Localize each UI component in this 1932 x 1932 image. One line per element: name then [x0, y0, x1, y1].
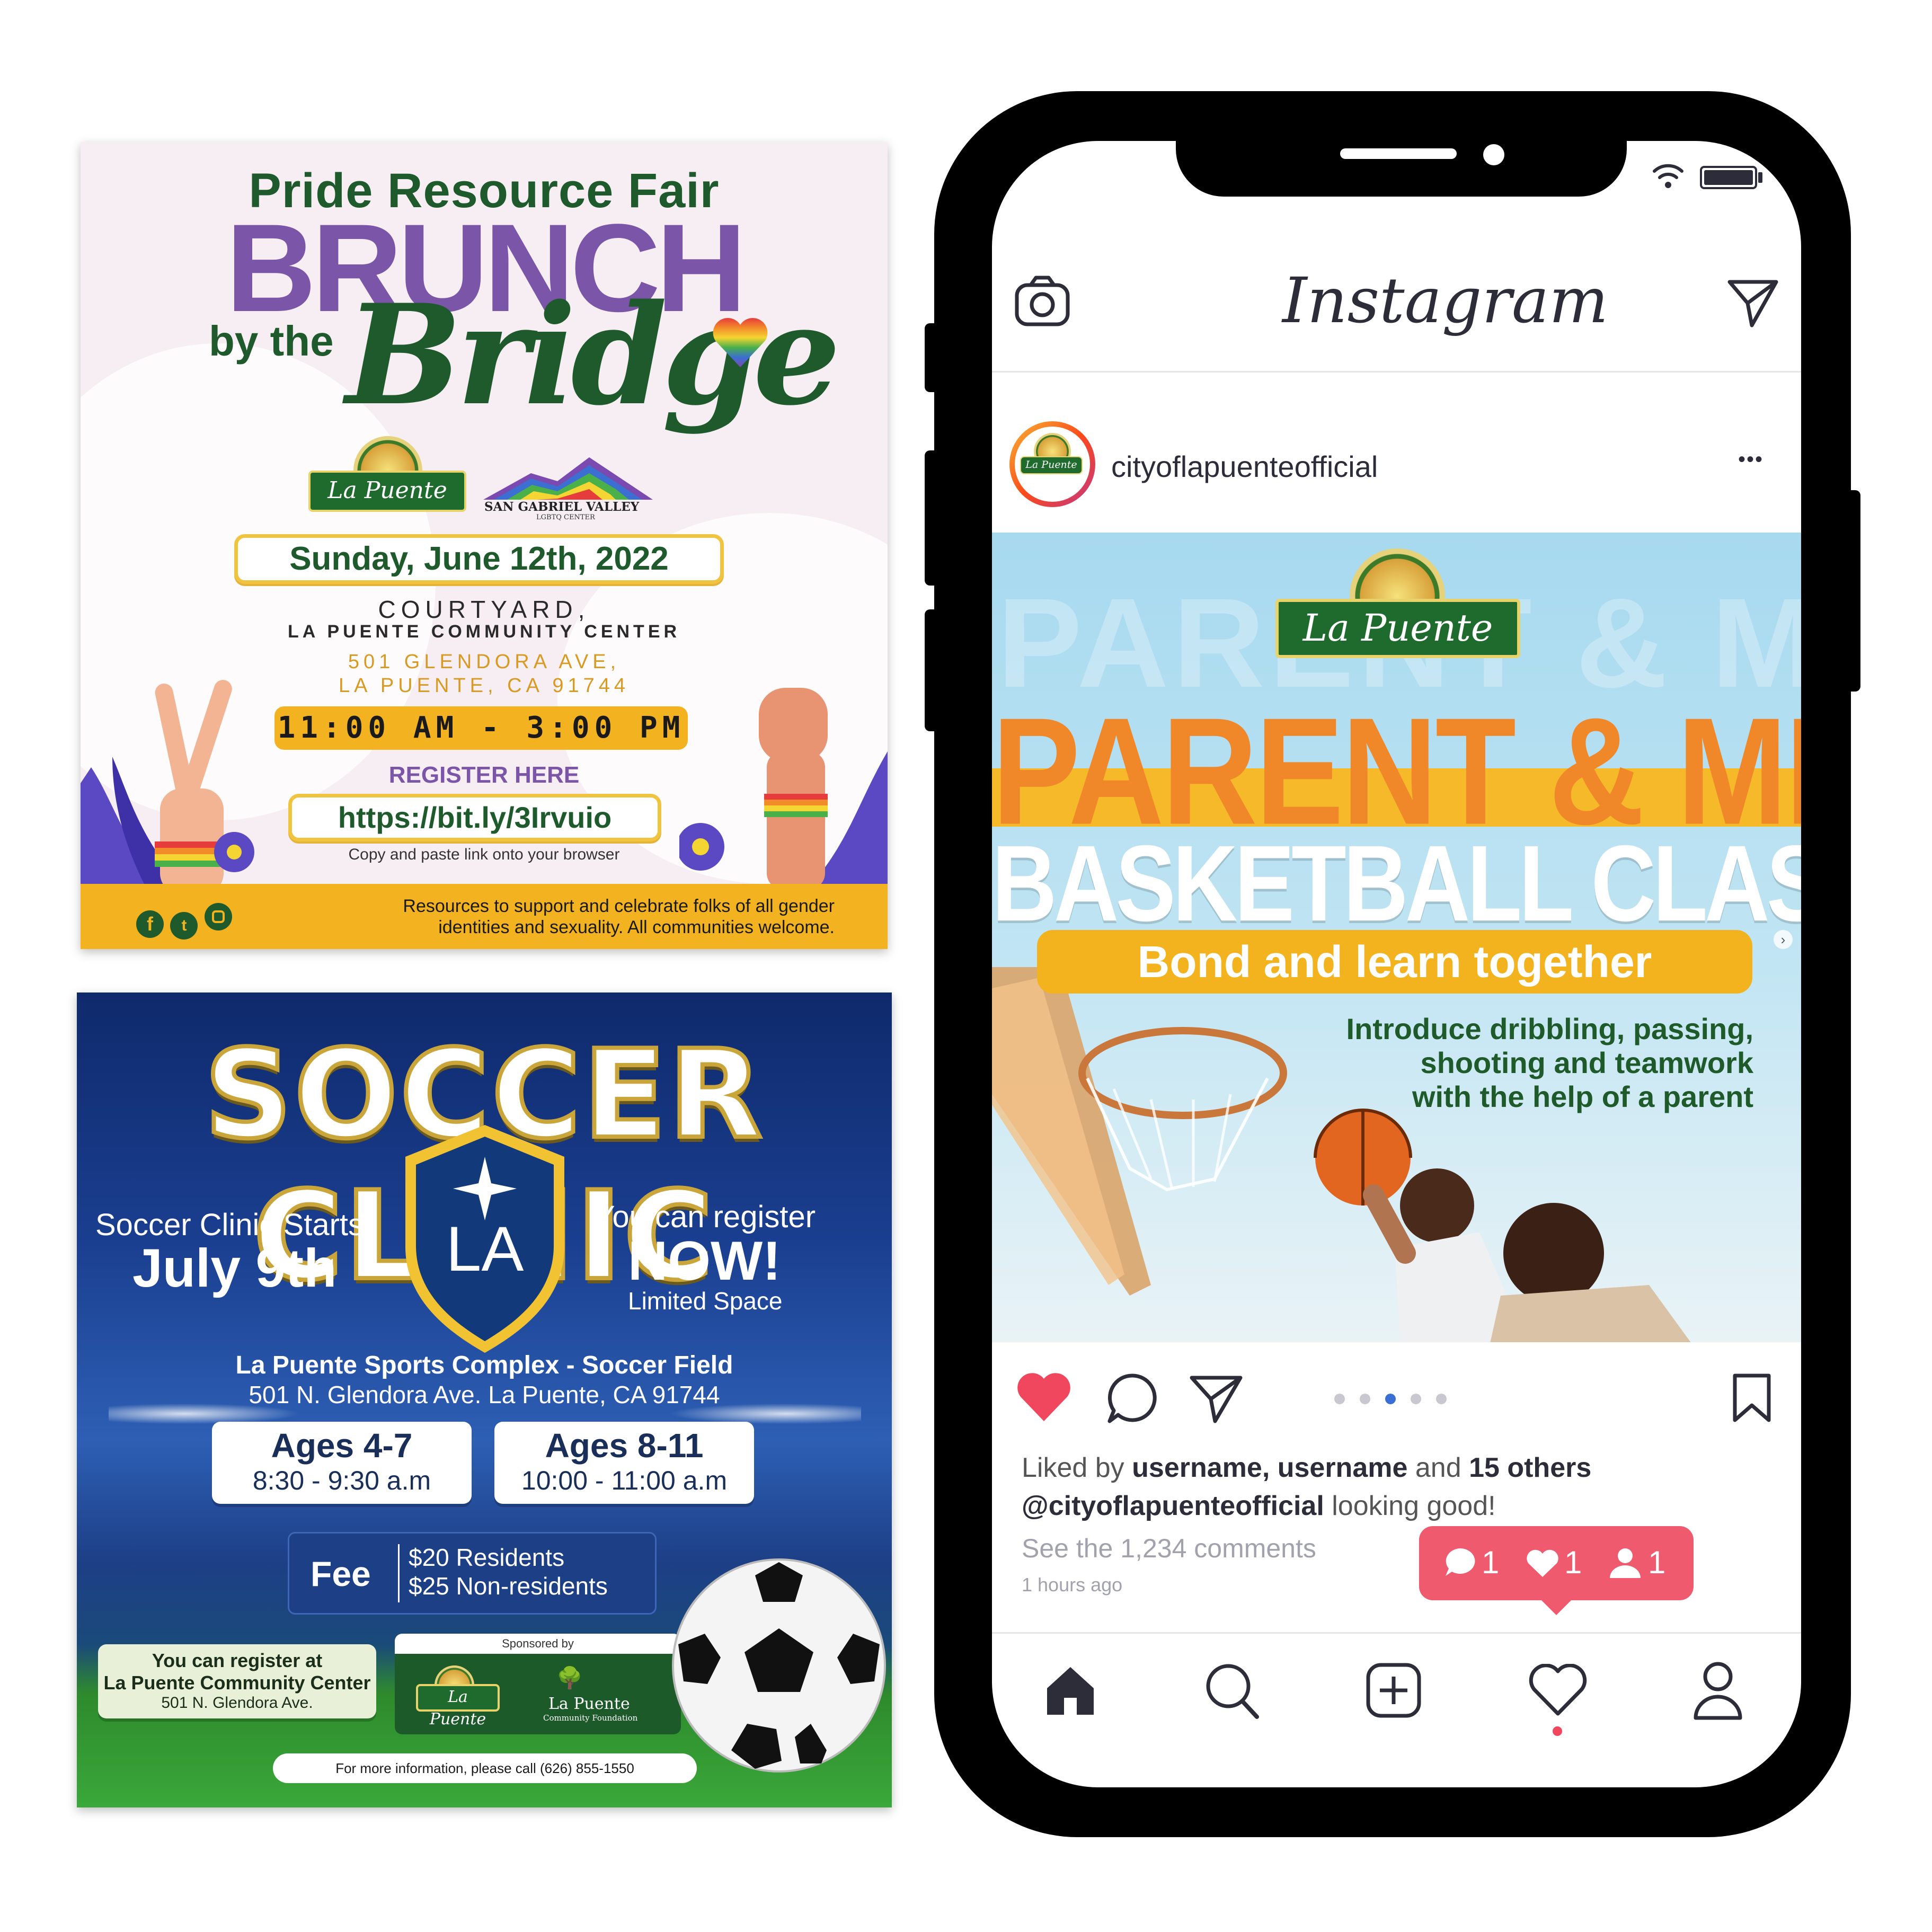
activity-notification-bubble[interactable]: 1 1 1 — [1419, 1526, 1694, 1600]
social-icons: f t — [136, 903, 232, 940]
venue-line-2: LA PUENTE COMMUNITY CENTER — [287, 622, 681, 642]
account-avatar[interactable]: La Puente — [1009, 421, 1095, 507]
la-puente-logo: La Puente — [308, 436, 467, 524]
la-galaxy-crest: LA GALAXY — [389, 1125, 580, 1353]
pride-footer: f t Resources to support and celebrate f… — [81, 884, 888, 949]
twitter-icon[interactable]: t — [170, 912, 198, 940]
liked-by-users[interactable]: username, username — [1132, 1452, 1407, 1483]
caption-username[interactable]: @cityoflapuenteofficial — [1022, 1491, 1324, 1521]
camera-icon[interactable] — [1015, 274, 1070, 326]
phone-notch — [1176, 141, 1627, 197]
facebook-icon[interactable]: f — [136, 910, 164, 938]
likes-line: Liked by username, username and 15 other… — [1022, 1452, 1592, 1483]
like-heart-icon[interactable] — [1016, 1372, 1071, 1422]
basketball-hoop-illustration — [992, 967, 1287, 1296]
profile-icon[interactable] — [1692, 1661, 1743, 1720]
header-divider — [992, 371, 1801, 373]
phone-mute-switch — [925, 323, 940, 392]
bottom-nav-divider — [992, 1632, 1801, 1634]
sponsor-box: Sponsored by La Puente 🌳 La Puente Commu… — [395, 1634, 681, 1734]
clinic-start-date: July 9th — [132, 1238, 337, 1298]
activity-indicator-dot — [1553, 1726, 1562, 1736]
account-username[interactable]: cityoflapuenteofficial — [1111, 449, 1378, 484]
notif-like-icon — [1527, 1549, 1558, 1577]
liked-by-others[interactable]: 15 others — [1469, 1452, 1591, 1483]
soccer-clinic-flyer: SOCCER CLINIC Soccer Clinic Starts July … — [77, 992, 892, 1807]
post-tagline-banner: Bond and learn together — [1037, 930, 1752, 994]
event-time: 11:00 AM - 3:00 PM — [274, 706, 688, 750]
battery-tip — [1758, 172, 1762, 183]
carousel-dots — [1334, 1394, 1447, 1404]
carousel-dot — [1436, 1394, 1447, 1404]
info-phone[interactable]: For more information, please call (626) … — [273, 1753, 697, 1783]
battery-icon — [1700, 166, 1757, 189]
notif-follow-icon — [1610, 1548, 1641, 1578]
notif-follow-count: 1 — [1648, 1545, 1666, 1580]
notif-comment-icon — [1446, 1548, 1475, 1576]
soccer-ball-illustration — [672, 1558, 886, 1773]
notif-like-count: 1 — [1564, 1545, 1582, 1580]
front-camera — [1483, 144, 1504, 165]
register-now-line-2: NOW! — [628, 1230, 781, 1292]
comment-icon[interactable] — [1106, 1371, 1159, 1424]
carousel-dot — [1360, 1394, 1370, 1404]
fee-box: Fee $20 Residents $25 Non-residents — [288, 1532, 657, 1615]
register-now-line-3: Limited Space — [628, 1287, 783, 1315]
post-description: Introduce dribbling, passing, shooting a… — [1346, 1012, 1753, 1113]
age-group-8-11: Ages 8-11 10:00 - 11:00 a.m — [494, 1422, 754, 1504]
search-icon[interactable] — [1204, 1662, 1259, 1719]
home-icon[interactable] — [1044, 1664, 1097, 1717]
phone-volume-up — [925, 450, 940, 586]
post-image[interactable]: PARENT & ME La Puente PARENT & ME BASKET… — [992, 533, 1801, 1342]
direct-message-icon[interactable] — [1726, 276, 1779, 329]
post-headline-2: BASKETBALL CLASS — [992, 823, 1801, 944]
sgv-lgbtq-center-logo: SAN GABRIEL VALLEY LGBTQ CENTER — [478, 457, 658, 526]
speaker-grille — [1340, 148, 1457, 159]
carousel-dot — [1385, 1394, 1396, 1404]
view-comments-link[interactable]: See the 1,234 comments — [1022, 1533, 1316, 1564]
age-group-4-7: Ages 4-7 8:30 - 9:30 a.m — [212, 1422, 472, 1504]
register-link[interactable]: https://bit.ly/3Irvuio — [288, 794, 661, 841]
more-options-icon[interactable]: ••• — [1738, 448, 1763, 472]
post-la-puente-logo: La Puente — [1275, 548, 1520, 665]
phone-power-button — [1846, 490, 1860, 692]
instagram-wordmark: Instagram — [1282, 264, 1609, 337]
pride-brunch-flyer: Pride Resource Fair BRUNCH by the Bridge… — [81, 142, 888, 949]
fist-hand-illustration — [679, 688, 888, 884]
instagram-icon[interactable] — [204, 903, 232, 930]
clinic-venue: La Puente Sports Complex - Soccer Field — [235, 1351, 733, 1379]
notification-pointer — [1540, 1599, 1572, 1615]
peace-hand-illustration — [81, 680, 254, 884]
register-location-box: You can register at La Puente Community … — [98, 1644, 376, 1718]
wifi-icon — [1653, 164, 1683, 188]
new-post-icon[interactable] — [1366, 1663, 1421, 1718]
carousel-dot — [1411, 1394, 1421, 1404]
event-date: Sunday, June 12th, 2022 — [234, 534, 724, 584]
parent-and-child-photo — [1314, 1109, 1691, 1342]
share-icon[interactable] — [1189, 1371, 1244, 1424]
save-bookmark-icon[interactable] — [1732, 1372, 1772, 1423]
rainbow-heart-icon — [713, 318, 768, 367]
venue-line-1: COURTYARD, — [378, 596, 590, 623]
flyer-by-the: by the — [209, 317, 334, 365]
clinic-address: 501 N. Glendora Ave. La Puente, CA 91744 — [249, 1381, 720, 1408]
carousel-next-icon[interactable]: › — [1774, 930, 1793, 949]
caption-line: @cityoflapuenteofficial looking good! — [1022, 1491, 1496, 1521]
phone-volume-down — [925, 609, 940, 731]
post-time-ago: 1 hours ago — [1022, 1574, 1123, 1596]
footer-text: Resources to support and celebrate folks… — [403, 896, 835, 937]
activity-heart-icon[interactable] — [1529, 1664, 1587, 1717]
carousel-dot — [1334, 1394, 1345, 1404]
notif-comment-count: 1 — [1482, 1545, 1500, 1580]
register-now-line-1: You can register — [595, 1200, 816, 1234]
